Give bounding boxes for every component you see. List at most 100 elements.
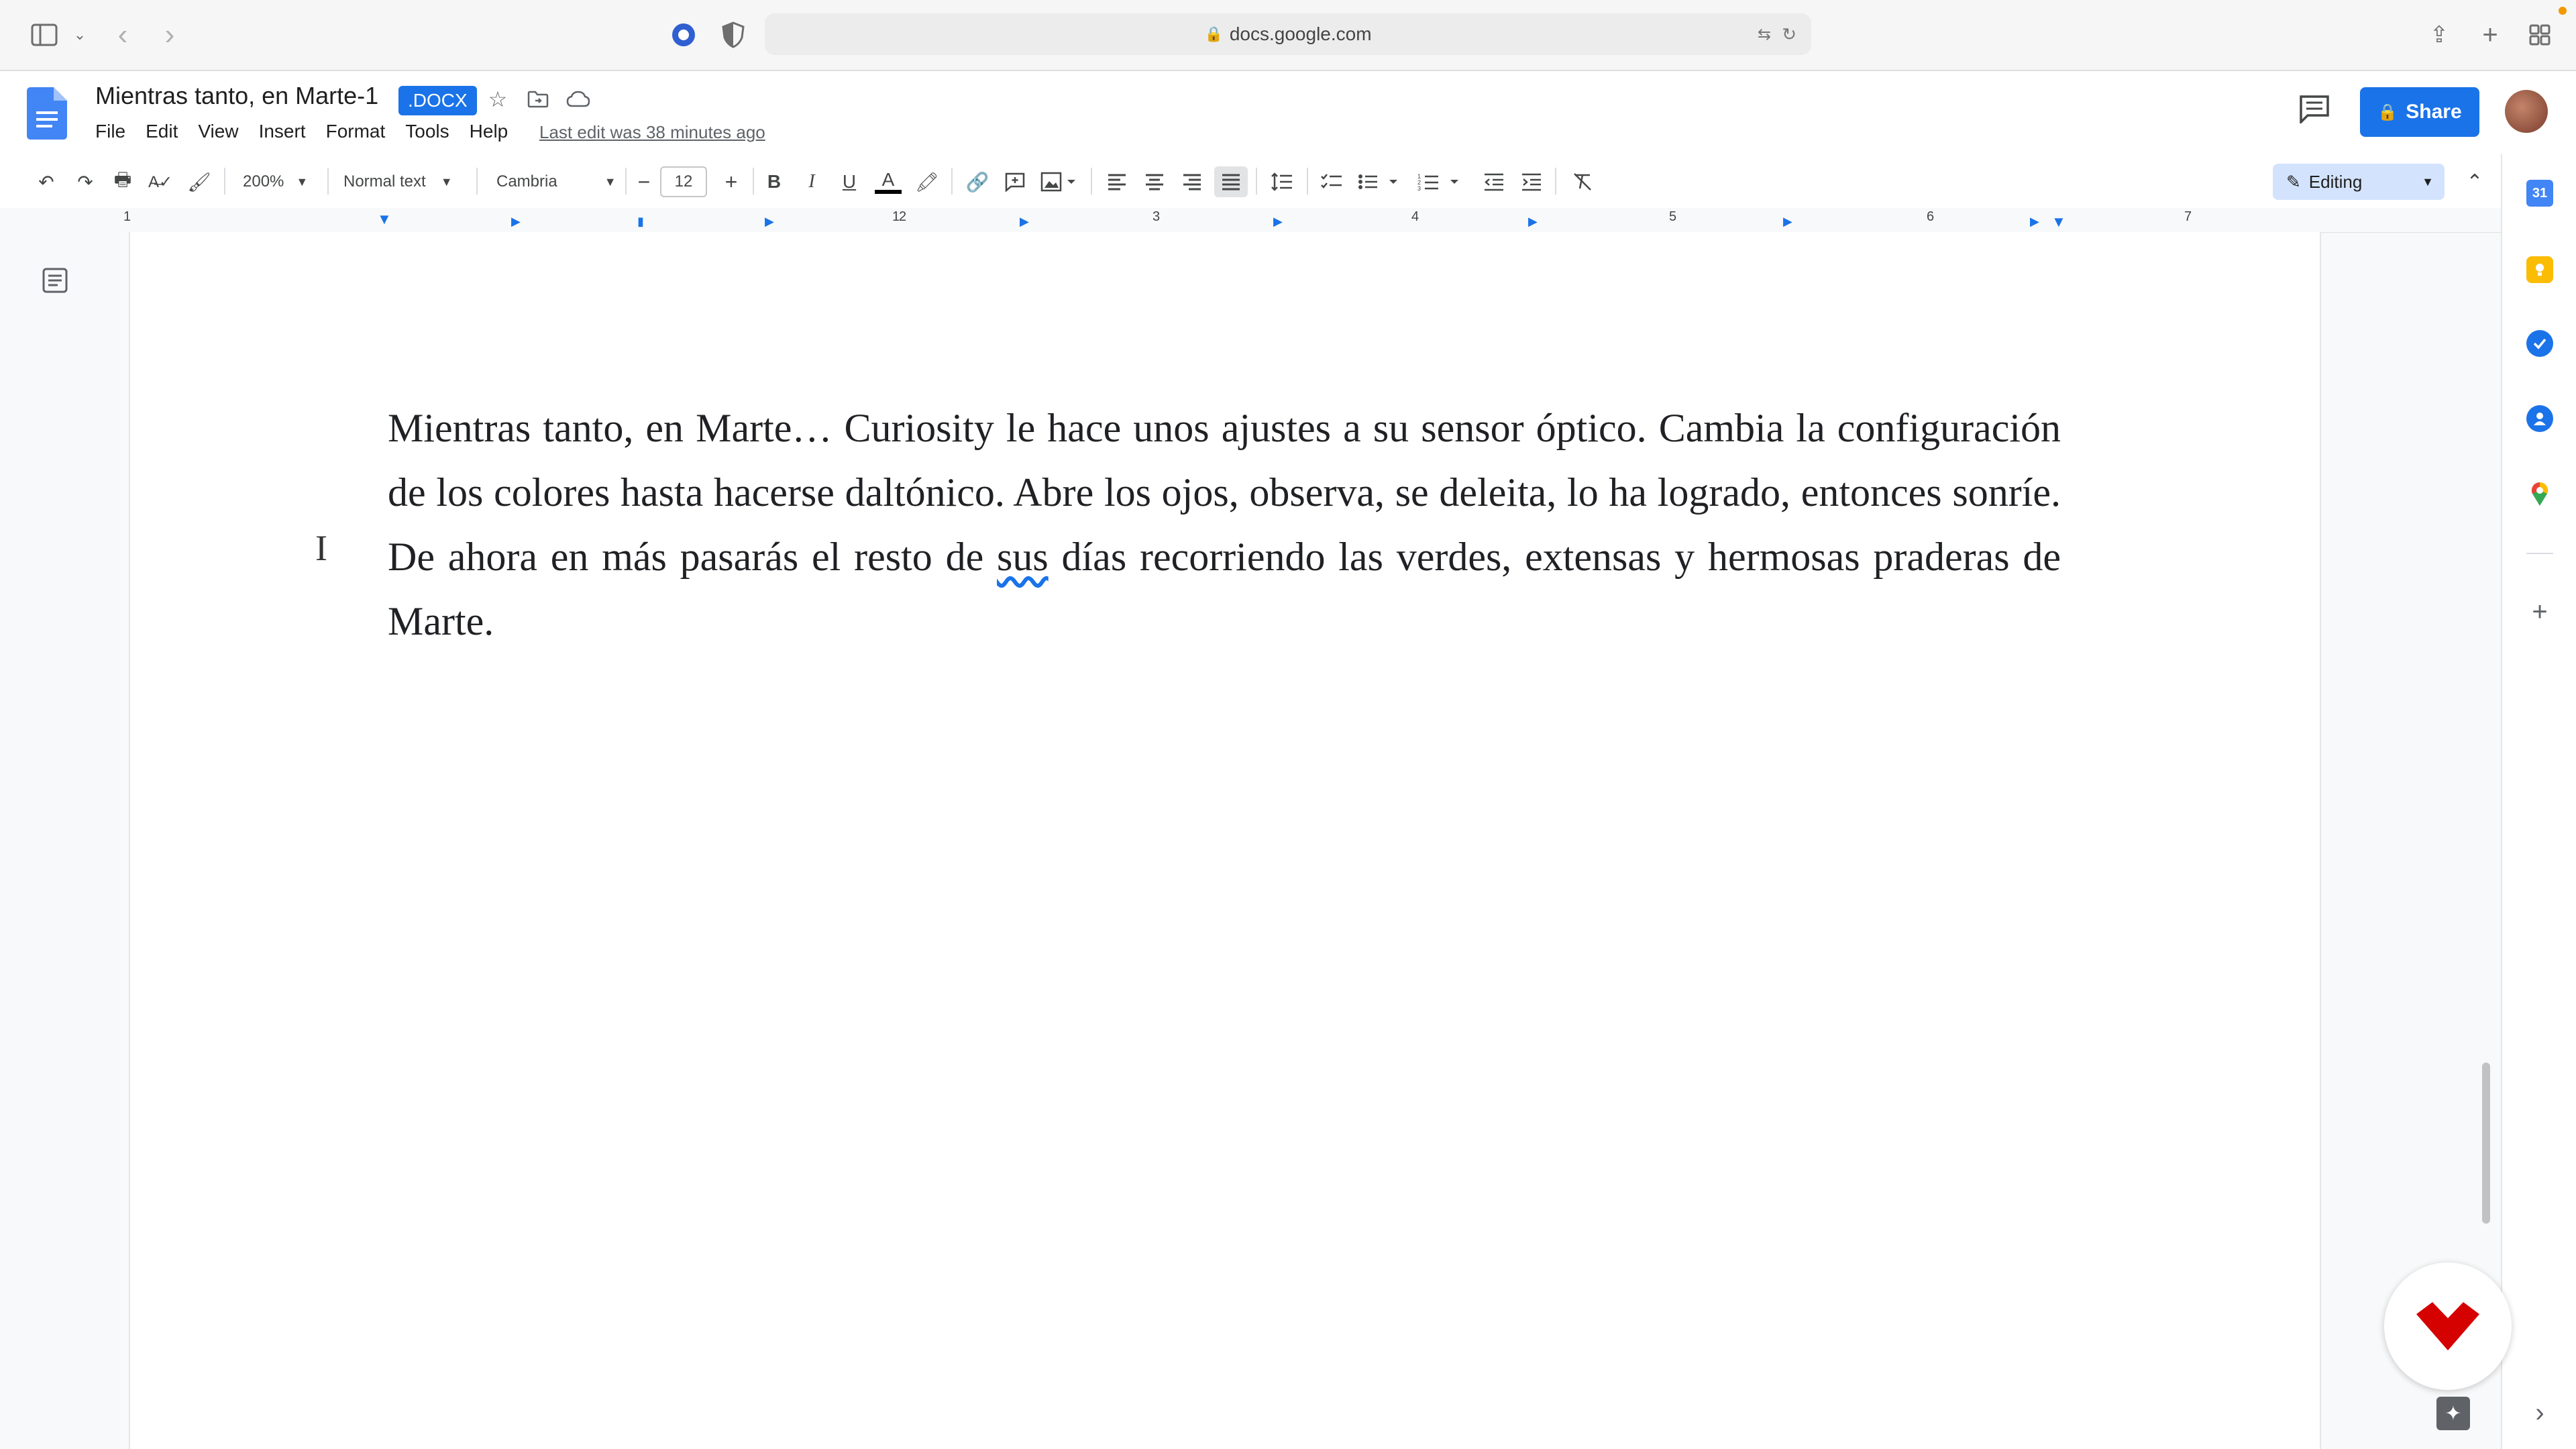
reload-icon[interactable]: ↻ bbox=[1782, 24, 1796, 45]
explore-icon[interactable]: ✦ bbox=[2436, 1397, 2470, 1430]
print-icon[interactable]: 🖶 bbox=[107, 166, 138, 197]
contacts-icon[interactable] bbox=[2526, 405, 2553, 432]
mode-label: Editing bbox=[2308, 171, 2363, 192]
comments-icon[interactable] bbox=[2298, 94, 2336, 127]
move-folder-icon[interactable] bbox=[523, 85, 553, 114]
bold-button[interactable]: B bbox=[761, 166, 788, 197]
collapse-menus-icon[interactable]: ⌃ bbox=[2459, 166, 2490, 197]
justify-icon[interactable] bbox=[1214, 166, 1248, 197]
share-page-icon[interactable]: ⇪ bbox=[2424, 16, 2454, 54]
clear-formatting-icon[interactable] bbox=[1567, 166, 1598, 197]
extension-icon[interactable] bbox=[667, 16, 700, 54]
tab-overview-icon[interactable] bbox=[2525, 16, 2555, 54]
toolbar-divider bbox=[224, 168, 225, 195]
paint-format-icon[interactable]: 🖌 bbox=[184, 166, 215, 197]
address-bar[interactable]: 🔒 docs.google.com ⇆ ↻ bbox=[765, 13, 1811, 55]
tab-stop[interactable]: ▶ bbox=[1273, 215, 1283, 229]
redo-icon[interactable]: ↷ bbox=[70, 166, 101, 197]
document-title[interactable]: Mientras tanto, en Marte-1 bbox=[95, 82, 378, 110]
new-tab-icon[interactable]: + bbox=[2475, 16, 2505, 54]
star-icon[interactable]: ☆ bbox=[483, 85, 513, 114]
ruler: 1 1 2 3 4 5 6 7 ▼ ▶ ▮ ▶ ▶ ▶ ▶ ▶ ▶ ▼ bbox=[0, 208, 2501, 233]
menu-view[interactable]: View bbox=[198, 121, 238, 142]
tab-stop[interactable]: ▶ bbox=[2030, 215, 2039, 229]
calendar-icon[interactable]: 31 bbox=[2526, 180, 2553, 207]
numbered-list-icon[interactable]: 123 bbox=[1415, 166, 1464, 197]
share-button[interactable]: 🔒 Share bbox=[2360, 87, 2479, 137]
decrease-font-size-button[interactable]: − bbox=[631, 166, 657, 197]
ruler-number: 5 bbox=[1669, 209, 1677, 224]
align-left-icon[interactable] bbox=[1103, 166, 1131, 197]
tab-stop[interactable]: ▶ bbox=[511, 215, 521, 229]
highlight-icon[interactable]: 🖍 bbox=[912, 166, 942, 197]
italic-button[interactable]: I bbox=[798, 166, 825, 197]
outline-icon[interactable] bbox=[42, 267, 72, 297]
add-comment-icon[interactable] bbox=[1000, 166, 1030, 197]
spellcheck-icon[interactable]: A̶✓ bbox=[145, 166, 176, 197]
sidebar-toggle-icon[interactable] bbox=[24, 16, 64, 54]
underline-button[interactable]: U bbox=[836, 166, 863, 197]
menu-help[interactable]: Help bbox=[470, 121, 508, 142]
align-right-icon[interactable] bbox=[1178, 166, 1206, 197]
back-icon[interactable]: ‹ bbox=[107, 16, 138, 54]
undo-icon[interactable]: ↶ bbox=[31, 166, 62, 197]
font-select[interactable]: Cambria ▼ bbox=[496, 166, 617, 197]
avatar[interactable] bbox=[2505, 90, 2548, 133]
font-value: Cambria bbox=[496, 172, 557, 191]
misspelled-word[interactable]: sus bbox=[997, 535, 1049, 579]
panel-divider bbox=[2526, 553, 2553, 554]
forward-icon[interactable]: › bbox=[154, 16, 185, 54]
insert-image-icon[interactable] bbox=[1037, 166, 1081, 197]
first-line-indent-marker[interactable]: ▼ bbox=[377, 211, 392, 228]
heart-logo-icon bbox=[2416, 1302, 2479, 1350]
menu-edit[interactable]: Edit bbox=[146, 121, 178, 142]
toolbar-divider bbox=[625, 168, 627, 195]
font-size-input[interactable]: 12 bbox=[660, 166, 707, 197]
keep-icon[interactable] bbox=[2526, 256, 2553, 283]
last-edit-link[interactable]: Last edit was 38 minutes ago bbox=[539, 122, 765, 143]
add-addon-icon[interactable]: + bbox=[2526, 597, 2553, 627]
checklist-icon[interactable] bbox=[1316, 166, 1347, 197]
decrease-indent-icon[interactable] bbox=[1479, 166, 1509, 197]
expand-panel-icon[interactable]: › bbox=[2526, 1398, 2553, 1428]
notification-dot bbox=[2559, 7, 2567, 15]
menu-format[interactable]: Format bbox=[326, 121, 386, 142]
tab-stop[interactable]: ▶ bbox=[1528, 215, 1538, 229]
menu-tools[interactable]: Tools bbox=[405, 121, 449, 142]
tab-stop[interactable]: ▶ bbox=[1020, 215, 1029, 229]
right-indent-marker[interactable]: ▼ bbox=[2051, 213, 2066, 231]
cloud-status-icon[interactable] bbox=[564, 85, 593, 114]
document-body[interactable]: Mientras tanto, en Marte… Curiosity le h… bbox=[388, 396, 2061, 653]
floating-app-button[interactable] bbox=[2384, 1263, 2512, 1390]
menu-file[interactable]: File bbox=[95, 121, 125, 142]
translate-icon[interactable]: ⇆ bbox=[1758, 25, 1771, 44]
toolbar-divider bbox=[476, 168, 478, 195]
lock-icon: 🔒 bbox=[1204, 25, 1223, 42]
tab-stop[interactable]: ▶ bbox=[1783, 215, 1792, 229]
bulleted-list-icon[interactable] bbox=[1355, 166, 1402, 197]
editing-mode-select[interactable]: ✎ Editing ▼ bbox=[2273, 164, 2445, 200]
toolbar-divider bbox=[1555, 168, 1556, 195]
tasks-icon[interactable] bbox=[2526, 330, 2553, 357]
line-spacing-icon[interactable] bbox=[1267, 166, 1297, 197]
chevron-down-icon[interactable]: ⌄ bbox=[70, 16, 90, 54]
docs-logo-icon[interactable] bbox=[27, 87, 67, 140]
svg-text:3: 3 bbox=[1417, 185, 1421, 191]
scrollbar[interactable] bbox=[2482, 1063, 2490, 1224]
zoom-value: 200% bbox=[243, 172, 284, 191]
paragraph-style-select[interactable]: Normal text ▼ bbox=[343, 166, 464, 197]
text-color-letter: A bbox=[881, 169, 895, 190]
tab-stop[interactable]: ▶ bbox=[765, 215, 774, 229]
menu-insert[interactable]: Insert bbox=[259, 121, 306, 142]
tab-stop[interactable]: ▮ bbox=[637, 215, 644, 229]
link-icon[interactable]: 🔗 bbox=[962, 166, 993, 197]
increase-indent-icon[interactable] bbox=[1516, 166, 1547, 197]
text-color-button[interactable]: A bbox=[873, 166, 903, 197]
privacy-shield-icon[interactable] bbox=[716, 16, 750, 54]
toolbar-divider bbox=[951, 168, 953, 195]
zoom-select[interactable]: 200% ▼ bbox=[243, 166, 317, 197]
style-value: Normal text bbox=[343, 172, 426, 191]
increase-font-size-button[interactable]: + bbox=[718, 166, 745, 197]
align-center-icon[interactable] bbox=[1140, 166, 1169, 197]
maps-icon[interactable] bbox=[2526, 480, 2553, 507]
